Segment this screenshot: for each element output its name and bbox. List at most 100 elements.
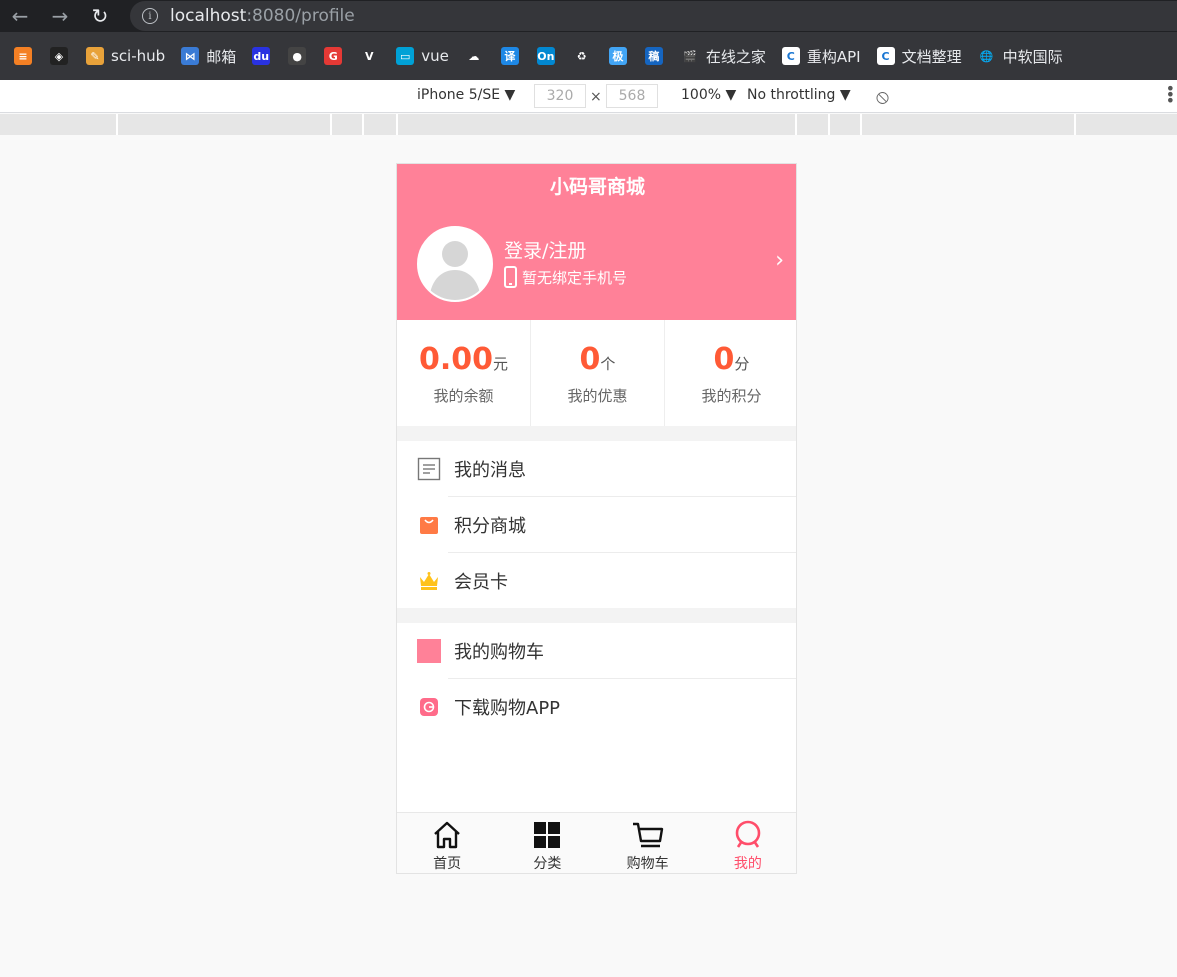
bookmark-label: 在线之家 — [705, 47, 766, 66]
forward-button[interactable]: → — [40, 0, 80, 32]
gao-icon: 稿 — [644, 47, 663, 65]
tab-cart[interactable]: 购物车 — [598, 813, 698, 873]
menu-item-download-app[interactable]: 下载购物APP — [397, 679, 796, 735]
menu-item-label: 会员卡 — [454, 572, 508, 593]
tab-label: 购物车 — [626, 856, 669, 872]
device-select[interactable]: iPhone 5/SE ▼ — [417, 87, 515, 103]
menu-item-messages[interactable]: 我的消息 — [397, 441, 796, 497]
menu-item-points-mall[interactable]: 积分商城 — [397, 497, 796, 553]
message-icon — [417, 457, 441, 481]
bookmark-item[interactable]: 译 — [500, 47, 519, 65]
bookmark-item[interactable]: 极 — [608, 47, 627, 65]
url-path: :8080/profile — [246, 6, 355, 26]
mobile-viewport: 小码哥商城 登录/注册 暂无绑定手机号 › 0.00元 我的余额 0个 我的优惠… — [396, 163, 797, 874]
phone-binding-status: 暂无绑定手机号 — [504, 266, 627, 288]
menu-item-label: 下载购物APP — [454, 698, 561, 719]
bookmark-item[interactable]: 🌐 中软国际 — [977, 46, 1063, 67]
app-title: 小码哥商城 — [549, 176, 645, 198]
menu-item-my-cart[interactable]: 我的购物车 — [397, 623, 796, 679]
url-field[interactable]: i localhost:8080/profile — [130, 1, 1177, 31]
stat-value: 0 — [713, 342, 735, 377]
stat-balance[interactable]: 0.00元 我的余额 — [397, 320, 531, 426]
back-button[interactable]: ← — [0, 0, 40, 32]
app-download-icon — [417, 695, 441, 719]
stat-points[interactable]: 0分 我的积分 — [665, 320, 796, 426]
menu-item-label: 积分商城 — [454, 516, 526, 537]
browser-address-bar: ← → ↻ i localhost:8080/profile — [0, 0, 1177, 32]
menu-item-member-card[interactable]: 会员卡 — [397, 553, 796, 609]
ruler-tick — [860, 114, 862, 135]
avatar[interactable] — [417, 226, 493, 302]
on-icon: On — [536, 47, 555, 65]
stat-value: 0.00 — [418, 342, 493, 377]
login-register-link[interactable]: 登录/注册 — [504, 236, 586, 263]
tab-profile[interactable]: 我的 — [698, 813, 796, 873]
shopping-bag-icon — [417, 513, 441, 537]
stat-value: 0 — [579, 342, 601, 377]
stat-unit: 分 — [734, 355, 750, 373]
bookmark-label: vue — [421, 47, 449, 65]
times-sign: × — [590, 89, 602, 105]
sci-hub-icon: ✎ — [86, 47, 104, 65]
bookmark-item[interactable]: ⋈ 邮箱 — [181, 46, 236, 67]
c-doc-icon: C — [781, 47, 800, 65]
menu-item-label: 我的购物车 — [454, 642, 544, 663]
bookmark-item[interactable]: C 重构API — [781, 46, 861, 67]
bookmark-item[interactable]: ☁ — [464, 47, 483, 65]
tab-label: 首页 — [433, 856, 462, 872]
stat-unit: 个 — [600, 355, 616, 373]
bookmark-item[interactable]: ▭ vue — [396, 47, 449, 65]
github-icon: ● — [288, 47, 307, 65]
bookmark-item[interactable]: On — [536, 47, 555, 65]
ruler-tick — [795, 114, 797, 135]
stack-icon: ≡ — [14, 47, 32, 65]
bookmark-label: 中软国际 — [1002, 47, 1063, 66]
ruler-tick — [1074, 114, 1076, 135]
ruler-tick — [396, 114, 398, 135]
arrow-logo-icon: ◈ — [50, 47, 68, 65]
bookmark-item[interactable]: ✎ sci-hub — [86, 47, 165, 65]
ruler-tick — [828, 114, 830, 135]
mail-icon: ⋈ — [181, 47, 200, 65]
ji-icon: 极 — [608, 47, 627, 65]
zoom-select[interactable]: 100% ▼ — [681, 87, 736, 103]
stat-coupons[interactable]: 0个 我的优惠 — [531, 320, 665, 426]
bookmark-item[interactable]: C 文档整理 — [876, 46, 962, 67]
bookmark-item[interactable]: ● — [288, 47, 307, 65]
bookmark-item[interactable]: ◈ — [50, 47, 68, 65]
cart-square-icon — [417, 639, 441, 663]
chevron-right-icon[interactable]: › — [775, 248, 784, 273]
bookmark-item[interactable]: ≡ — [14, 47, 32, 65]
media-query-ruler[interactable] — [0, 114, 1177, 135]
tab-home[interactable]: 首页 — [397, 813, 497, 873]
baidu-icon: du — [252, 47, 271, 65]
section-divider — [397, 426, 796, 441]
bookmark-item[interactable]: V — [360, 47, 379, 65]
rotate-icon[interactable]: ⦸ — [876, 84, 889, 108]
c-doc-icon: C — [876, 47, 895, 65]
bookmark-item[interactable]: G — [324, 47, 343, 65]
bookmark-item[interactable]: ♻ — [572, 47, 591, 65]
bookmark-item[interactable]: du — [252, 47, 271, 65]
more-options-icon[interactable]: • • • — [1166, 81, 1175, 109]
height-input[interactable]: 568 — [606, 84, 658, 108]
device-toolbar: iPhone 5/SE ▼ 320 × 568 100% ▼ No thrott… — [0, 80, 1177, 113]
translate-icon: 译 — [500, 47, 519, 65]
arrow-right-icon: → — [51, 4, 69, 28]
bookmark-item[interactable]: 稿 — [644, 47, 663, 65]
tab-category[interactable]: 分类 — [497, 813, 597, 873]
reload-icon: ↻ — [91, 4, 109, 28]
bookmark-item[interactable]: 🎬 在线之家 — [680, 46, 766, 67]
info-icon[interactable]: i — [142, 8, 158, 24]
reload-button[interactable]: ↻ — [80, 0, 120, 32]
crown-icon — [417, 569, 441, 593]
category-grid-icon — [531, 819, 563, 851]
cloud-icon: ☁ — [464, 47, 483, 65]
bookmark-label: 文档整理 — [901, 47, 962, 66]
width-input[interactable]: 320 — [534, 84, 586, 108]
tab-label: 分类 — [533, 856, 562, 872]
phone-status-text: 暂无绑定手机号 — [522, 268, 628, 287]
vue-logo-icon: V — [360, 47, 379, 65]
throttle-select[interactable]: No throttling ▼ — [747, 87, 851, 103]
clapper-icon: 🎬 — [680, 47, 699, 65]
